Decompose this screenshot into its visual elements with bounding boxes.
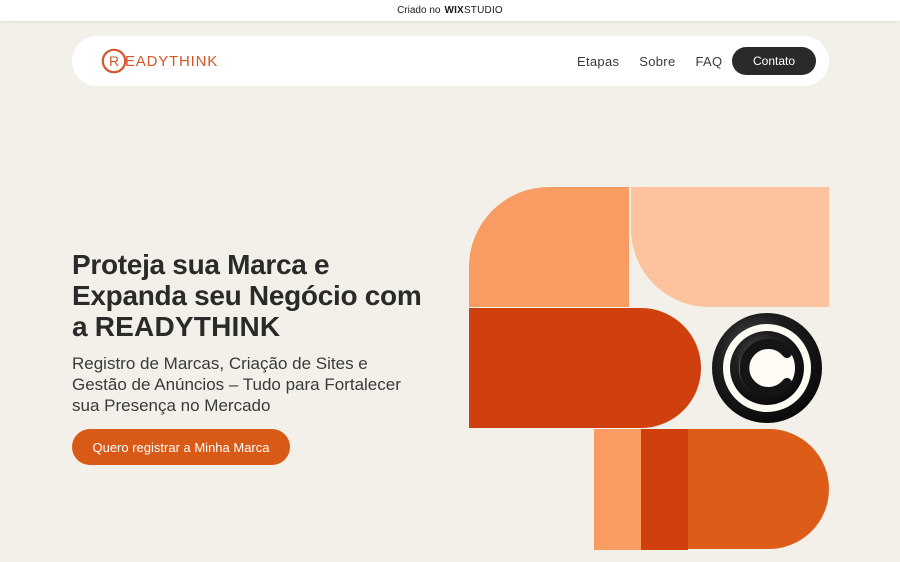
nav-links: Etapas Sobre FAQ [577, 36, 742, 86]
art-shape-bottom-stripe-1 [594, 429, 641, 550]
hero-artwork [469, 187, 829, 550]
contact-button[interactable]: Contato [732, 47, 816, 75]
nav-link-etapas[interactable]: Etapas [577, 54, 619, 69]
subheadline-line-3: sua Presença no Mercado [72, 396, 271, 415]
copyright-icon [712, 313, 822, 423]
wix-banner-prefix: Criado no [397, 5, 441, 16]
art-shape-bottom-stripe-2 [641, 429, 688, 550]
nav-link-faq[interactable]: FAQ [695, 54, 722, 69]
art-shape-middle-left [469, 308, 701, 428]
headline-line-1: Proteja sua Marca e [72, 249, 330, 280]
art-shape-bottom-right [688, 429, 829, 549]
header-navbar: R EADYTHINK Etapas Sobre FAQ Contato [72, 36, 829, 86]
registered-icon: R [101, 48, 127, 74]
headline-brand: READYTHINK [94, 311, 281, 342]
cta-register-brand-button[interactable]: Quero registrar a Minha Marca [72, 429, 290, 465]
headline-line-2: Expanda seu Negócio com [72, 280, 422, 311]
subheadline-line-2: Gestão de Anúncios – Tudo para Fortalece… [72, 375, 401, 394]
wix-logo: WIX [444, 5, 464, 16]
logo-mark-letter: R [109, 53, 119, 69]
wix-banner[interactable]: Criado no WIX STUDIO [0, 0, 900, 21]
subheadline-line-1: Registro de Marcas, Criação de Sites e [72, 354, 368, 373]
nav-link-sobre[interactable]: Sobre [639, 54, 675, 69]
logo-text: EADYTHINK [125, 52, 219, 70]
hero-headline: Proteja sua Marca e Expanda seu Negócio … [72, 249, 452, 342]
logo[interactable]: R EADYTHINK [101, 48, 218, 74]
art-shape-top-left [469, 187, 629, 307]
wix-studio-text: STUDIO [463, 5, 503, 16]
art-shape-top-right [631, 187, 829, 307]
hero-subheadline: Registro de Marcas, Criação de Sites e G… [72, 353, 432, 416]
headline-line-3-prefix: a [72, 311, 95, 342]
